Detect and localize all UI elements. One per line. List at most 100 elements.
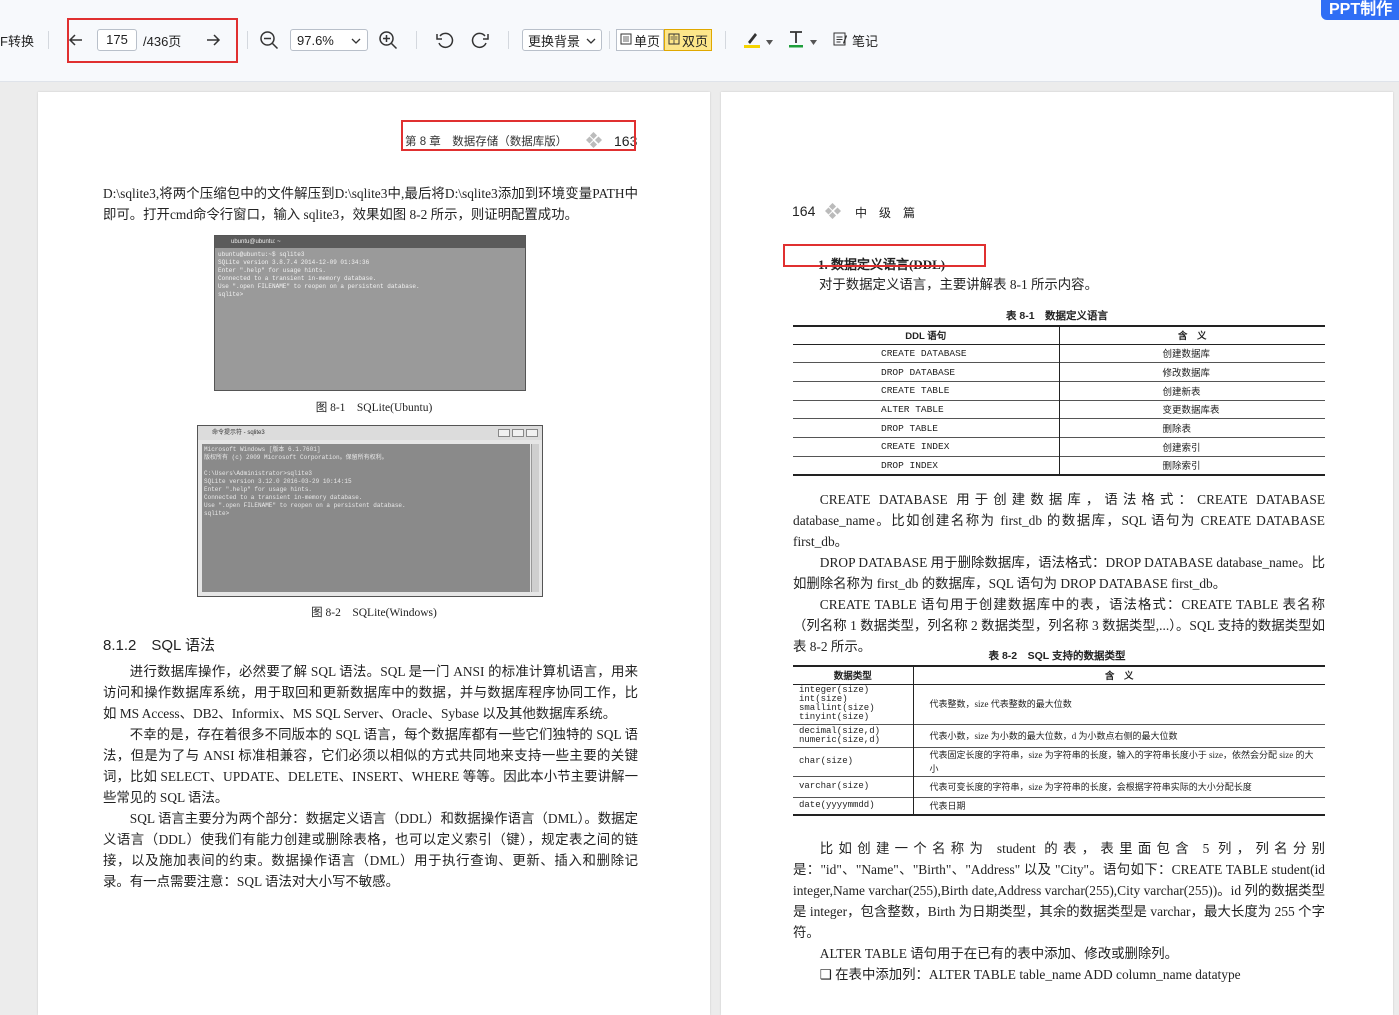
table-row: DROP INDEX 删除索引 xyxy=(793,456,1325,475)
data-type-cell: decimal(size,d) numeric(size,d) xyxy=(793,724,914,747)
table-row: CREATE TABLE 创建新表 xyxy=(793,381,1325,401)
page-number-input[interactable]: 175 xyxy=(97,29,137,51)
left-page: 第 8 章 数据存储（数据库版） 163 D:\sqlite3,将两个压缩包中的… xyxy=(38,92,710,1015)
zoom-in-button[interactable] xyxy=(376,28,400,52)
prev-page-button[interactable] xyxy=(64,28,88,52)
ddl-statement-cell: CREATE INDEX xyxy=(793,437,1060,457)
change-background-select[interactable]: 更换背景 xyxy=(522,29,603,51)
next-page-button[interactable] xyxy=(201,28,225,52)
note-icon xyxy=(832,31,848,50)
intro-paragraph: D:\sqlite3,将两个压缩包中的文件解压到D:\sqlite3中,最后将D… xyxy=(103,186,638,222)
data-type-cell: varchar(size) xyxy=(793,776,914,797)
meaning-cell: 删除索引 xyxy=(1162,462,1201,473)
table-row: CREATE INDEX 创建索引 xyxy=(793,437,1325,457)
arrow-left-icon xyxy=(64,28,88,52)
ddl-statement-cell: CREATE DATABASE xyxy=(793,344,1060,363)
part-label: 中 级 篇 xyxy=(855,206,916,220)
diamond-ornament-icon xyxy=(824,202,842,224)
meaning-cell: 代表整数，size 代表整数的最大位数 xyxy=(929,699,1072,709)
text-tool-button[interactable] xyxy=(786,28,817,52)
figure-caption: 图 8-2 SQLite(Windows) xyxy=(311,607,437,619)
figure-caption: 图 8-1 SQLite(Ubuntu) xyxy=(315,402,433,414)
double-page-icon xyxy=(668,33,680,48)
right-page: 164 中 级 篇 1. 数据定义语言(DDL) 对于数据定义语言，主要讲解表 … xyxy=(721,92,1393,1015)
page-number: 164 xyxy=(792,203,816,219)
diamond-ornament-icon xyxy=(585,131,603,153)
rotate-right-button[interactable] xyxy=(468,28,492,52)
table-header: 含 义 xyxy=(1104,671,1134,683)
meaning-cell: 代表固定长度的字符串，size 为字符串的长度，输入的字符串长度小于 size，… xyxy=(929,749,1314,774)
bullet-item: ❑ 在表中添加列：ALTER TABLE table_name ADD colu… xyxy=(793,964,1325,985)
paragraph: 不幸的是，存在着很多不同版本的 SQL 语言，每个数据库都有一些它们独特的 SQ… xyxy=(103,727,638,805)
single-page-icon xyxy=(620,33,632,48)
table-row: ALTER TABLE 变更数据库表 xyxy=(793,400,1325,419)
table-row: decimal(size,d) numeric(size,d) 代表小数，size… xyxy=(793,724,1325,747)
table-header: 数据类型 xyxy=(793,666,914,684)
table-title: 表 8-1 数据定义语言 xyxy=(1005,310,1109,322)
ddl-statement-cell: DROP INDEX xyxy=(793,456,1060,475)
zoom-out-button[interactable] xyxy=(257,28,281,52)
meaning-cell: 代表小数，size 为小数的最大位数，d 为小数点右侧的最大位数 xyxy=(929,730,1178,741)
total-pages-label: /436页 xyxy=(143,33,182,49)
rotate-left-button[interactable] xyxy=(433,28,457,52)
toolbar-divider xyxy=(247,31,248,49)
checkbox-bullet-icon: ❑ xyxy=(819,967,832,982)
double-page-label: 双页 xyxy=(682,33,709,49)
single-page-button[interactable]: 单页 xyxy=(616,29,665,51)
rotate-left-icon xyxy=(433,28,457,52)
notes-label: 笔记 xyxy=(852,33,879,49)
paragraph: CREATE DATABASE 用于创建数据库，语法格式：CREATE DATA… xyxy=(793,492,1325,549)
cmd-scrollbar xyxy=(531,444,539,592)
ddl-table: DDL 语句 含 义 CREATE DATABASE 创建数据库 DROP DATA… xyxy=(793,325,1325,476)
zoom-select[interactable]: 97.6% xyxy=(290,29,368,51)
text-color-icon xyxy=(786,29,806,52)
pdf-convert-label: F转换 xyxy=(0,33,34,49)
pdf-convert-button[interactable]: F转换 xyxy=(0,28,34,52)
notes-button[interactable]: 笔记 xyxy=(832,28,878,52)
table-intro: 对于数据定义语言，主要讲解表 8-1 所示内容。 xyxy=(819,277,1098,292)
double-page-button[interactable]: 双页 xyxy=(664,29,713,51)
single-page-label: 单页 xyxy=(634,33,661,49)
chevron-down-icon xyxy=(586,33,596,48)
table-row: DROP DATABASE 修改数据库 xyxy=(793,362,1325,382)
paragraph: ALTER TABLE 语句用于在已有的表中添加、修改或删除列。 xyxy=(819,946,1179,961)
zoom-in-icon xyxy=(376,28,400,52)
section-title: 8.1.2 SQL 语法 xyxy=(103,637,215,654)
data-type-cell: char(size) xyxy=(793,747,914,776)
table-row: char(size) 代表固定长度的字符串，size 为字符串的长度，输入的字符串… xyxy=(793,747,1325,776)
ppt-promo-badge[interactable]: PPT制作 xyxy=(1321,0,1399,20)
chevron-down-icon xyxy=(351,33,361,48)
ddl-statement-cell: DROP DATABASE xyxy=(793,362,1060,382)
chapter-header: 第 8 章 数据存储（数据库版） xyxy=(405,136,568,148)
subsection-title: 1. 数据定义语言(DDL) xyxy=(818,257,946,272)
table-row: varchar(size) 代表可变长度的字符串，size 为字符串的长度，会根据… xyxy=(793,776,1325,797)
figure-windows-cmd: 命令提示符 - sqlite3 Microsoft Windows [版本 6.… xyxy=(197,425,543,597)
chevron-down-icon xyxy=(766,33,773,48)
meaning-cell: 代表可变长度的字符串，size 为字符串的长度，会根据字符串实际的大小分配长度 xyxy=(929,781,1252,792)
paragraph: SQL 语言主要分为两个部分：数据定义语言（DDL）和数据操作语言（DML）。数… xyxy=(103,811,638,889)
data-type-cell: date(yyyymmdd) xyxy=(793,797,914,815)
meaning-cell: 变更数据库表 xyxy=(1162,406,1220,417)
page-number: 163 xyxy=(614,133,638,149)
toolbar-divider xyxy=(725,31,726,49)
table-header: 含 义 xyxy=(1177,331,1207,343)
meaning-cell: 删除表 xyxy=(1162,425,1192,436)
cmd-output: Microsoft Windows [版本 6.1.7601] 版权所有 (c)… xyxy=(202,444,530,592)
paragraph: DROP DATABASE 用于删除数据库，语法格式：DROP DATABASE… xyxy=(793,555,1325,591)
toolbar-divider xyxy=(48,31,49,49)
datatype-table: 数据类型 含 义 integer(size) int(size) smallin… xyxy=(793,665,1325,816)
highlight-tool-button[interactable] xyxy=(742,28,773,52)
paragraph: 比如创建一个名称为 student 的表，表里面包含 5 列，列名分别是："id… xyxy=(793,841,1325,940)
table-header: DDL 语句 xyxy=(793,326,1060,344)
arrow-right-icon xyxy=(201,28,225,52)
meaning-cell: 创建索引 xyxy=(1162,443,1201,454)
window-controls xyxy=(498,429,538,437)
meaning-cell: 创建新表 xyxy=(1162,387,1201,398)
toolbar-divider xyxy=(609,31,610,49)
rotate-right-icon xyxy=(468,28,492,52)
terminal-output: ubuntu@ubuntu:~$ sqlite3 SQLite version … xyxy=(218,251,420,298)
meaning-cell: 创建数据库 xyxy=(1162,350,1211,361)
ddl-statement-cell: ALTER TABLE xyxy=(793,400,1060,419)
zoom-out-icon xyxy=(257,28,281,52)
highlighter-icon xyxy=(742,29,762,52)
